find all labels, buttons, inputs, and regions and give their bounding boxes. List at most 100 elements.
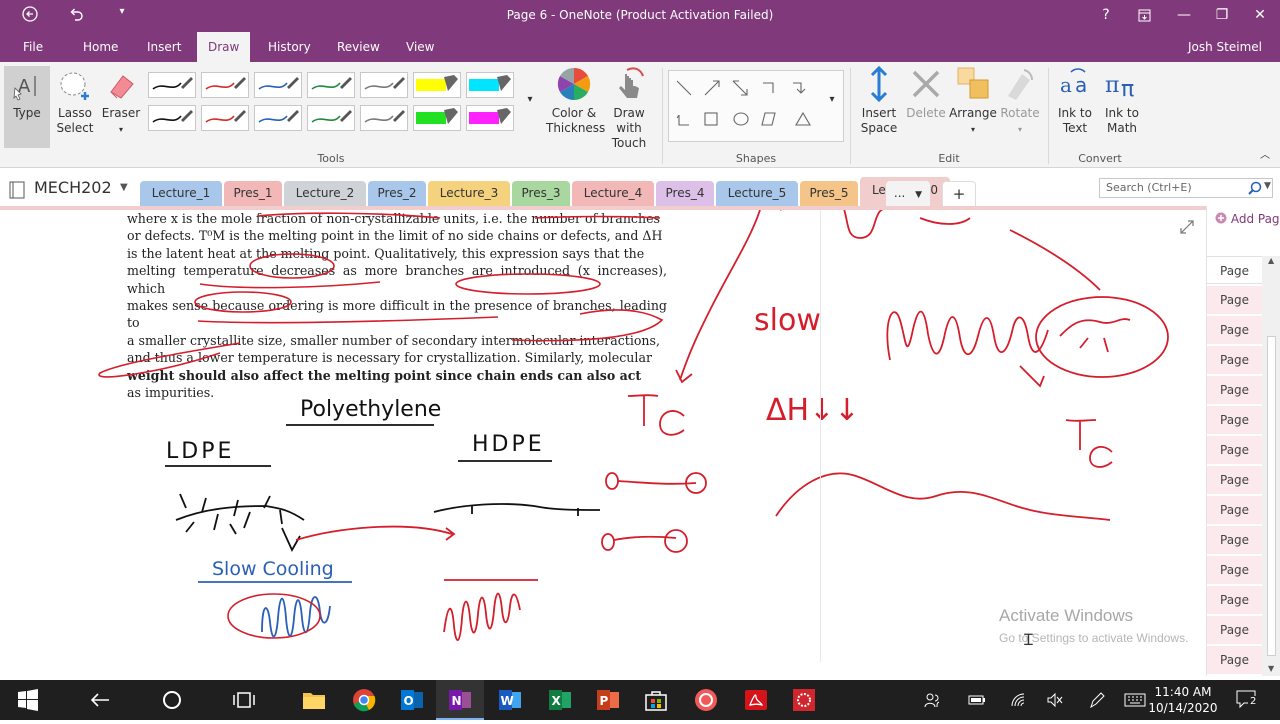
outlook-button[interactable]: O [388,680,436,720]
page-item[interactable]: Page [1207,526,1267,554]
pen-swatch[interactable] [254,105,302,131]
tab-review[interactable]: Review [326,32,391,62]
section-tab[interactable]: Pres_2 [368,181,426,206]
tab-insert[interactable]: Insert [136,32,192,62]
insert-space-button[interactable]: Insert Space [854,66,904,148]
tab-history[interactable]: History [257,32,322,62]
type-button[interactable]: A Type [4,66,50,148]
arrange-dropdown-icon[interactable]: ▾ [971,125,975,134]
user-name[interactable]: Josh Steimel [1188,32,1262,62]
tab-home[interactable]: Home [72,32,129,62]
search-dropdown-icon[interactable]: ▼ [1264,181,1271,191]
help-button[interactable]: ? [1088,4,1124,28]
add-page-button[interactable]: Add Page [1215,212,1280,226]
powerpoint-button[interactable]: P [584,680,632,720]
pen-gallery-more-icon[interactable]: ▾ [522,92,538,112]
notebook-name[interactable]: MECH202 [34,178,112,197]
page-item[interactable]: Page [1207,406,1267,434]
color-thickness-button[interactable]: Color & Thickness [546,66,605,148]
acrobat-button[interactable] [732,680,780,720]
page-item[interactable]: Page [1207,496,1267,524]
start-button[interactable] [4,680,52,720]
delete-button[interactable]: Delete [902,66,950,148]
pen-swatch[interactable] [148,72,196,98]
section-tab[interactable]: Lecture_2 [284,181,366,206]
arrange-button[interactable]: Arrange ▾ [948,66,998,148]
system-clock[interactable]: 11:40 AM 10/14/2020 [1148,684,1218,716]
people-icon[interactable] [924,692,940,708]
task-view-button[interactable] [220,680,268,720]
section-tab[interactable]: Lecture_4 [572,181,654,206]
minimize-button[interactable]: — [1166,4,1202,28]
page-item[interactable]: Page [1207,436,1267,464]
ink-to-text-button[interactable]: aa Ink to Text [1052,66,1098,148]
eraser-button[interactable]: Eraser ▾ [98,66,144,148]
battery-icon[interactable] [968,692,986,708]
collapse-ribbon-icon[interactable]: ︿ [1256,148,1274,164]
page-item[interactable]: Page [1207,346,1267,374]
eraser-dropdown-icon[interactable]: ▾ [119,125,123,134]
pen-swatch[interactable] [466,72,514,98]
scroll-down-icon[interactable]: ▼ [1268,664,1274,673]
cortana-button[interactable] [148,680,196,720]
keyboard-icon[interactable] [1124,692,1146,708]
action-center-button[interactable]: 2 [1236,690,1262,710]
ink-to-math-button[interactable]: ππ Ink to Math [1098,66,1146,148]
page-item[interactable]: Page [1207,376,1267,404]
section-tab[interactable]: Pres_1 [224,181,282,206]
ribbon-display-options-button[interactable] [1126,4,1162,28]
section-tab[interactable]: Pres_5 [800,181,858,206]
task-back-button[interactable] [76,680,124,720]
pen-swatch[interactable] [307,72,355,98]
tab-draw[interactable]: Draw [197,32,251,62]
pen-swatch[interactable] [360,72,408,98]
file-explorer-button[interactable] [290,680,338,720]
scroll-thumb[interactable] [1267,336,1276,656]
page-canvas[interactable]: where x is the mole fraction of non-crys… [0,210,1206,662]
close-button[interactable]: ✕ [1242,4,1278,28]
word-button[interactable]: W [486,680,534,720]
rotate-dropdown-icon[interactable]: ▾ [1018,125,1022,134]
page-item[interactable]: Page [1207,316,1267,344]
app-gear-button[interactable] [780,680,828,720]
pen-swatch[interactable] [413,72,461,98]
pen-swatch[interactable] [148,105,196,131]
rotate-button[interactable]: Rotate ▾ [996,66,1044,148]
search-icon[interactable] [1248,181,1262,195]
pen-swatch[interactable] [201,72,249,98]
volume-muted-icon[interactable] [1046,692,1064,708]
section-tab[interactable]: Lecture_5 [716,181,798,206]
draw-with-touch-button[interactable]: Draw with Touch [600,66,658,150]
page-item[interactable]: Page [1207,286,1267,314]
page-item[interactable]: Page [1207,586,1267,614]
tab-file[interactable]: File [12,32,54,62]
pen-swatch[interactable] [307,105,355,131]
tab-view[interactable]: View [395,32,445,62]
search-input[interactable]: Search (Ctrl+E) [1099,178,1273,198]
section-tab[interactable]: Pres_4 [656,181,714,206]
page-item[interactable]: Page [1207,466,1267,494]
app-a-button[interactable] [682,680,730,720]
expand-icon[interactable] [1180,220,1194,234]
page-item[interactable]: Page [1207,556,1267,584]
onenote-button[interactable]: N [436,680,484,720]
add-section-button[interactable]: + [942,181,976,206]
page-item[interactable]: Page [1207,256,1267,284]
notebook-dropdown-icon[interactable]: ▼ [120,182,128,193]
restore-button[interactable]: ❐ [1204,4,1240,28]
section-tab[interactable]: Lecture_3 [428,181,510,206]
pen-swatch[interactable] [466,105,514,131]
page-item[interactable]: Page [1207,646,1267,674]
shapes-more-icon[interactable]: ▾ [824,92,840,112]
section-tab[interactable]: Pres_3 [512,181,570,206]
pen-swatch[interactable] [413,105,461,131]
lasso-select-button[interactable]: Lasso Select [52,66,98,148]
section-tab[interactable]: Lecture_1 [140,181,222,206]
chrome-button[interactable] [340,680,388,720]
page-item[interactable]: Page [1207,616,1267,644]
pen-swatch[interactable] [201,105,249,131]
scroll-up-icon[interactable]: ▲ [1268,256,1274,265]
pen-swatch[interactable] [254,72,302,98]
excel-button[interactable]: X [536,680,584,720]
store-button[interactable] [632,680,680,720]
